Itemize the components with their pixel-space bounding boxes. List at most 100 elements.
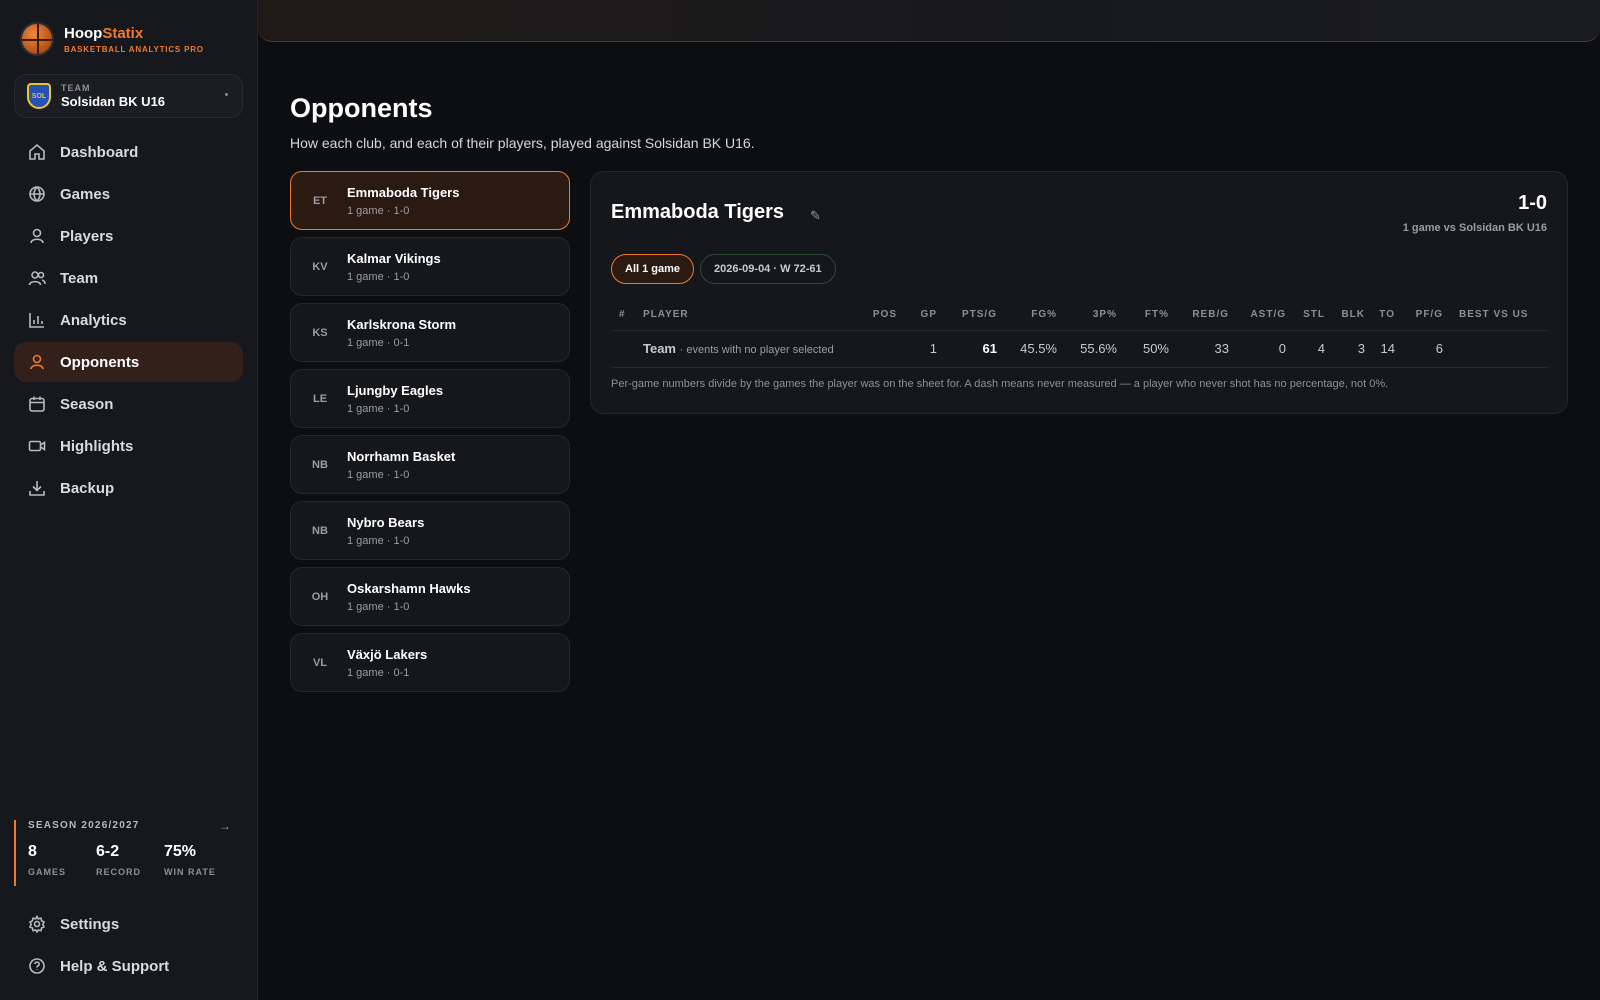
stat-label: GAMES bbox=[28, 867, 67, 877]
season-title: SEASON 2026/2027 bbox=[28, 820, 140, 831]
help-icon bbox=[28, 957, 46, 975]
column-header[interactable]: REB/G bbox=[1177, 300, 1237, 331]
opponent-record: 1 game · 1-0 bbox=[347, 468, 410, 481]
stat-label: WIN RATE bbox=[164, 867, 216, 877]
bottom-nav: Settings Help & Support bbox=[14, 904, 243, 988]
opponent-record: 1 game · 1-0 bbox=[347, 204, 410, 217]
nav-item-highlights[interactable]: Highlights bbox=[14, 426, 243, 466]
opponent-card[interactable]: NB Nybro Bears 1 game · 1-0 bbox=[290, 501, 570, 560]
column-header[interactable]: STL bbox=[1294, 300, 1333, 331]
cell-player: Team · events with no player selected bbox=[635, 330, 865, 368]
column-header[interactable]: POS bbox=[865, 300, 905, 331]
user-icon bbox=[28, 227, 46, 245]
download-icon bbox=[28, 479, 46, 497]
chip-all-games[interactable]: All 1 game bbox=[611, 254, 695, 284]
opponent-card[interactable]: KS Karlskrona Storm 1 game · 0-1 bbox=[290, 303, 570, 362]
nav-item-help[interactable]: Help & Support bbox=[14, 946, 243, 986]
page-title: Opponents bbox=[290, 93, 433, 123]
sidebar: HoopStatix BASKETBALL ANALYTICS PRO SOL … bbox=[0, 0, 258, 1000]
column-header[interactable]: PF/G bbox=[1403, 300, 1451, 331]
opponent-name: Norrhamn Basket bbox=[347, 448, 456, 464]
game-filter-chips: All 1 game 2026-09-04 · W 72-61 bbox=[611, 254, 842, 284]
opponent-list: ET Emmaboda Tigers 1 game · 1-0 KV Kalma… bbox=[290, 171, 570, 699]
player-note: · events with no player selected bbox=[679, 344, 834, 356]
table-header-row: # PLAYER POS GP PTS/G FG% 3P% FT% REB/G … bbox=[611, 300, 1549, 331]
video-icon bbox=[28, 437, 46, 455]
chip-game[interactable]: 2026-09-04 · W 72-61 bbox=[700, 254, 836, 284]
cell-reb: 33 bbox=[1177, 330, 1237, 368]
brand[interactable]: HoopStatix BASKETBALL ANALYTICS PRO bbox=[20, 22, 204, 56]
table-row[interactable]: Team · events with no player selected 1 … bbox=[611, 330, 1549, 368]
nav-item-settings[interactable]: Settings bbox=[14, 904, 243, 944]
opponent-record: 1 game · 1-0 bbox=[347, 402, 410, 415]
opponent-record: 1 game · 0-1 bbox=[347, 666, 410, 679]
column-header[interactable]: TO bbox=[1373, 300, 1403, 331]
opponent-abbr: NB bbox=[312, 458, 328, 471]
player-stats-table: # PLAYER POS GP PTS/G FG% 3P% FT% REB/G … bbox=[611, 300, 1549, 368]
cell-ft: 50% bbox=[1125, 330, 1177, 368]
column-header[interactable]: # bbox=[611, 300, 635, 331]
opponent-card[interactable]: OH Oskarshamn Hawks 1 game · 1-0 bbox=[290, 567, 570, 626]
opponent-name: Kalmar Vikings bbox=[347, 250, 441, 266]
nav-item-backup[interactable]: Backup bbox=[14, 468, 243, 508]
opponent-card[interactable]: KV Kalmar Vikings 1 game · 1-0 bbox=[290, 237, 570, 296]
stat-value: 8 bbox=[28, 843, 37, 860]
cell-number bbox=[611, 330, 635, 368]
nav-item-team[interactable]: Team bbox=[14, 258, 243, 298]
nav-item-season[interactable]: Season bbox=[14, 384, 243, 424]
arrow-right-icon[interactable]: → bbox=[219, 819, 231, 833]
stat-value: 6-2 bbox=[96, 843, 120, 860]
bar-chart-icon bbox=[28, 311, 46, 329]
nav-item-players[interactable]: Players bbox=[14, 216, 243, 256]
column-header[interactable]: 3P% bbox=[1065, 300, 1125, 331]
opponent-detail-title: Emmaboda Tigers bbox=[611, 201, 785, 223]
nav-item-dashboard[interactable]: Dashboard bbox=[14, 132, 243, 172]
opponent-abbr: ET bbox=[312, 194, 328, 207]
opponent-card[interactable]: LE Ljungby Eagles 1 game · 1-0 bbox=[290, 369, 570, 428]
cell-ast: 0 bbox=[1237, 330, 1294, 368]
team-name: Solsidan BK U16 bbox=[61, 94, 166, 109]
opponent-record: 1 game · 1-0 bbox=[347, 270, 410, 283]
home-icon bbox=[28, 143, 46, 161]
opponent-abbr: NB bbox=[312, 524, 328, 537]
column-header[interactable]: BEST VS US bbox=[1451, 300, 1549, 331]
nav-item-analytics[interactable]: Analytics bbox=[14, 300, 243, 340]
nav-label: Backup bbox=[60, 479, 115, 497]
column-header[interactable]: GP bbox=[905, 300, 945, 331]
nav-label: Players bbox=[60, 227, 114, 245]
nav-label: Team bbox=[60, 269, 99, 287]
column-header[interactable]: PTS/G bbox=[945, 300, 1005, 331]
cell-to: 14 bbox=[1373, 330, 1403, 368]
opponent-abbr: KV bbox=[312, 260, 328, 273]
column-header[interactable]: AST/G bbox=[1237, 300, 1294, 331]
opponent-detail-record: 1-0 bbox=[1518, 192, 1547, 214]
opponent-name: Karlskrona Storm bbox=[347, 316, 457, 332]
top-bar bbox=[258, 0, 1600, 42]
cell-best bbox=[1451, 330, 1549, 368]
opponent-card[interactable]: ET Emmaboda Tigers 1 game · 1-0 bbox=[290, 171, 570, 230]
cell-pos bbox=[865, 330, 905, 368]
column-header[interactable]: BLK bbox=[1333, 300, 1373, 331]
stat-label: RECORD bbox=[96, 867, 142, 877]
nav-label: Highlights bbox=[60, 437, 134, 455]
opponent-card[interactable]: VL Växjö Lakers 1 game · 0-1 bbox=[290, 633, 570, 692]
team-label: TEAM bbox=[61, 83, 91, 93]
cell-pts: 61 bbox=[945, 330, 1005, 368]
nav-item-opponents[interactable]: Opponents bbox=[14, 342, 243, 382]
opponent-abbr: LE bbox=[312, 392, 328, 405]
team-crest-icon: SOL bbox=[27, 83, 51, 109]
pencil-icon[interactable]: ✎ bbox=[810, 208, 821, 224]
column-header[interactable]: PLAYER bbox=[635, 300, 865, 331]
column-header[interactable]: FT% bbox=[1125, 300, 1177, 331]
stat-value: 75% bbox=[164, 843, 197, 860]
main-nav: Dashboard Games Players Team Analytics O… bbox=[14, 132, 243, 510]
nav-label: Help & Support bbox=[60, 957, 170, 975]
opponent-card[interactable]: NB Norrhamn Basket 1 game · 1-0 bbox=[290, 435, 570, 494]
nav-item-games[interactable]: Games bbox=[14, 174, 243, 214]
nav-label: Season bbox=[60, 395, 114, 413]
column-header[interactable]: FG% bbox=[1005, 300, 1065, 331]
calendar-icon bbox=[28, 395, 46, 413]
opponent-name: Oskarshamn Hawks bbox=[347, 580, 471, 596]
nav-label: Opponents bbox=[60, 353, 140, 371]
team-selector[interactable]: SOL TEAM Solsidan BK U16 bbox=[14, 74, 243, 118]
